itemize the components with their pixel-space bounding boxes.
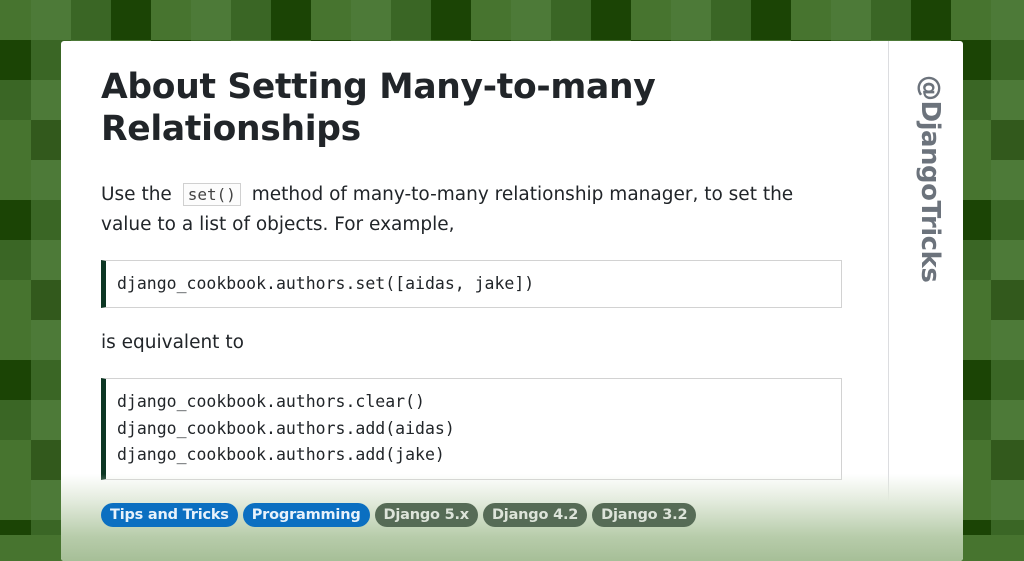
twitter-handle-text: @DjangoTricks: [915, 75, 945, 283]
background-tile: [991, 480, 1024, 520]
background-tile: [511, 0, 551, 40]
background-tile: [0, 440, 31, 480]
background-tile: [671, 0, 711, 40]
background-tile: [0, 160, 31, 200]
background-tile: [391, 0, 431, 40]
background-tile: [0, 240, 31, 280]
background-tile: [991, 0, 1024, 40]
background-tile: [0, 480, 31, 520]
background-tile: [991, 240, 1024, 280]
page-title: About Setting Many-to-many Relationships: [101, 67, 656, 149]
background-tile: [0, 320, 31, 360]
background-tile: [351, 0, 391, 40]
inline-code: set(): [182, 183, 241, 206]
background-tile: [0, 280, 31, 320]
background-tile: [591, 0, 631, 40]
background-tile: [111, 0, 151, 40]
background-tile: [191, 0, 231, 40]
background-tile: [0, 360, 31, 400]
post-card: About Setting Many-to-many Relationships…: [61, 41, 963, 561]
background-tile: [0, 200, 31, 240]
background-tile: [991, 440, 1024, 480]
background-tile: [991, 160, 1024, 200]
background-tile: [151, 0, 191, 40]
background-tile: [71, 0, 111, 40]
background-tile: [991, 80, 1024, 120]
background-tile: [991, 280, 1024, 320]
background-tile: [0, 400, 31, 440]
background-tile: [991, 360, 1024, 400]
background-tile: [991, 520, 1024, 535]
tag-tips-and-tricks[interactable]: Tips and Tricks: [101, 503, 238, 527]
background-tile: [991, 40, 1024, 80]
tag-django-4-2[interactable]: Django 4.2: [482, 503, 588, 527]
background-tile: [991, 400, 1024, 440]
background-tile: [31, 0, 71, 40]
equivalent-paragraph: is equivalent to: [101, 332, 244, 353]
code-line: django_cookbook.authors.set([aidas, jake…: [117, 274, 535, 293]
background-tile: [951, 0, 991, 40]
code-block-clear-add: django_cookbook.authors.clear() django_c…: [101, 378, 842, 480]
background-tile: [791, 0, 831, 40]
tag-list: Tips and Tricks Programming Django 5.x D…: [101, 503, 697, 527]
background-tile: [991, 120, 1024, 160]
background-tile: [991, 200, 1024, 240]
background-tile: [471, 0, 511, 40]
background-tile: [271, 0, 311, 40]
intro-paragraph: Use the set() method of many-to-many rel…: [101, 180, 831, 240]
background-tile: [0, 80, 31, 120]
background-tile: [871, 0, 911, 40]
code-line: django_cookbook.authors.clear(): [117, 392, 425, 411]
tag-django-3-2[interactable]: Django 3.2: [592, 503, 697, 527]
background-tile: [311, 0, 351, 40]
code-line: django_cookbook.authors.add(aidas): [117, 418, 455, 438]
background-tile: [0, 0, 31, 40]
code-line: django_cookbook.authors.add(jake): [117, 445, 445, 464]
background-tile: [831, 0, 871, 40]
intro-text-before: Use the: [101, 184, 172, 205]
background-tile: [0, 40, 31, 80]
tag-programming[interactable]: Programming: [242, 503, 370, 527]
background-tile: [991, 320, 1024, 360]
tag-django-5x[interactable]: Django 5.x: [374, 503, 478, 527]
background-tile: [231, 0, 271, 40]
background-tile: [551, 0, 591, 40]
background-tile: [751, 0, 791, 40]
background-tile: [0, 120, 31, 160]
twitter-handle[interactable]: @DjangoTricks: [911, 75, 951, 285]
background-tile: [0, 520, 31, 535]
background-tile: [631, 0, 671, 40]
background-tile: [711, 0, 751, 40]
code-block-set: django_cookbook.authors.set([aidas, jake…: [101, 260, 842, 308]
background-tile: [431, 0, 471, 40]
background-tile: [911, 0, 951, 40]
